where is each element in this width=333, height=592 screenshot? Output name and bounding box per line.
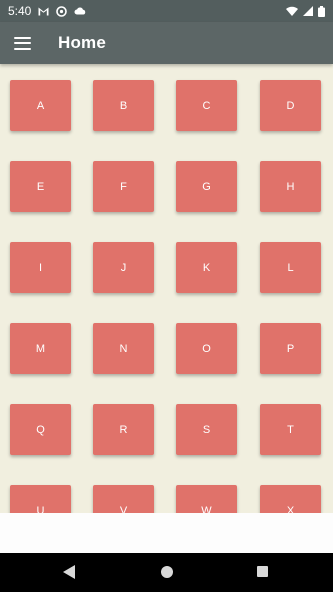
system-nav-bar bbox=[0, 553, 333, 592]
cloud-icon bbox=[74, 7, 86, 15]
home-icon[interactable] bbox=[161, 566, 173, 578]
letter-button-a[interactable]: A bbox=[10, 80, 71, 131]
back-icon[interactable] bbox=[63, 565, 75, 579]
letter-button-l[interactable]: L bbox=[260, 242, 321, 293]
battery-icon bbox=[318, 5, 325, 17]
menu-line-top bbox=[14, 36, 31, 39]
menu-line-middle bbox=[14, 42, 31, 44]
letter-button-q[interactable]: Q bbox=[10, 404, 71, 455]
letter-button-o[interactable]: O bbox=[176, 323, 237, 374]
signal-icon bbox=[303, 6, 313, 16]
status-right bbox=[286, 5, 325, 17]
status-left: 5:40 bbox=[8, 4, 86, 18]
letter-button-g[interactable]: G bbox=[176, 161, 237, 212]
wifi-icon bbox=[286, 6, 298, 16]
recents-icon[interactable] bbox=[257, 566, 268, 577]
letter-button-r[interactable]: R bbox=[93, 404, 154, 455]
letter-button-e[interactable]: E bbox=[10, 161, 71, 212]
letter-button-s[interactable]: S bbox=[176, 404, 237, 455]
letter-button-c[interactable]: C bbox=[176, 80, 237, 131]
app-bar: Home bbox=[0, 22, 333, 64]
letter-button-d[interactable]: D bbox=[260, 80, 321, 131]
letter-button-m[interactable]: M bbox=[10, 323, 71, 374]
letter-button-f[interactable]: F bbox=[93, 161, 154, 212]
bottom-panel bbox=[0, 513, 333, 553]
letter-button-b[interactable]: B bbox=[93, 80, 154, 131]
letter-button-t[interactable]: T bbox=[260, 404, 321, 455]
letter-button-u[interactable]: U bbox=[10, 485, 71, 513]
letter-button-n[interactable]: N bbox=[93, 323, 154, 374]
status-time: 5:40 bbox=[8, 4, 32, 18]
menu-line-bottom bbox=[14, 47, 31, 50]
hamburger-menu-icon[interactable] bbox=[14, 36, 31, 50]
gmail-icon bbox=[38, 7, 49, 15]
letter-button-v[interactable]: V bbox=[93, 485, 154, 513]
letter-button-w[interactable]: W bbox=[176, 485, 237, 513]
letter-grid[interactable]: A B C D E F G H I J K L M N O P Q R S T … bbox=[0, 64, 333, 513]
letter-button-k[interactable]: K bbox=[176, 242, 237, 293]
letter-button-j[interactable]: J bbox=[93, 242, 154, 293]
sync-icon bbox=[56, 5, 68, 17]
status-bar: 5:40 bbox=[0, 0, 333, 22]
letter-button-i[interactable]: I bbox=[10, 242, 71, 293]
page-title: Home bbox=[58, 33, 107, 52]
letter-button-x[interactable]: X bbox=[260, 485, 321, 513]
letter-button-h[interactable]: H bbox=[260, 161, 321, 212]
letter-button-p[interactable]: P bbox=[260, 323, 321, 374]
